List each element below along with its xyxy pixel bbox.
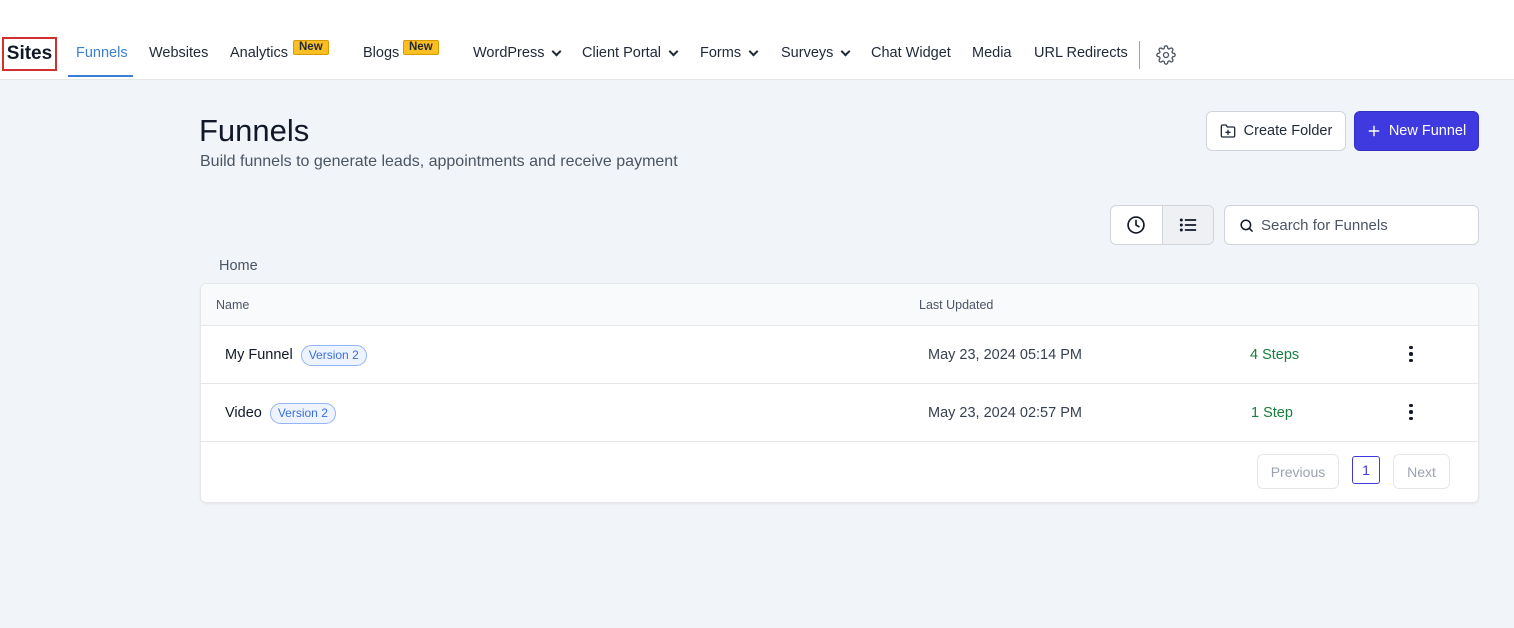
table-row[interactable]: Video Version 2 May 23, 2024 02:57 PM 1 …	[201, 384, 1478, 442]
active-tab-indicator	[68, 75, 133, 77]
column-header-last-updated: Last Updated	[919, 298, 994, 312]
top-navigation: Sites Funnels Websites Analytics New Blo…	[0, 0, 1514, 80]
nav-tab-websites[interactable]: Websites	[149, 45, 208, 61]
search-input[interactable]	[1261, 216, 1471, 234]
breadcrumb-home[interactable]: Home	[219, 258, 258, 274]
funnel-name: My Funnel	[225, 347, 293, 363]
chevron-down-icon	[552, 46, 562, 56]
recent-view-button[interactable]	[1111, 206, 1162, 244]
new-badge: New	[293, 40, 329, 55]
chevron-down-icon	[748, 46, 759, 56]
nav-divider	[1139, 41, 1140, 69]
folder-plus-icon	[1220, 124, 1236, 138]
nav-tab-label: Forms	[700, 45, 742, 61]
column-header-name: Name	[216, 298, 250, 312]
nav-tab-label: WordPress	[473, 45, 545, 61]
nav-tab-label: URL Redirects	[1034, 45, 1128, 61]
nav-tab-chat-widget[interactable]: Chat Widget	[871, 45, 951, 61]
last-updated-cell: May 23, 2024 02:57 PM	[928, 405, 1082, 421]
page-title: Funnels	[199, 113, 310, 148]
nav-tab-client-portal[interactable]: Client Portal	[582, 45, 679, 61]
funnels-table: Name Last Updated My Funnel Version 2 Ma…	[200, 283, 1479, 503]
new-funnel-label: New Funnel	[1388, 123, 1467, 139]
page-number-button[interactable]: 1	[1352, 456, 1380, 484]
search-icon	[1240, 218, 1253, 232]
nav-tab-surveys[interactable]: Surveys	[781, 45, 851, 61]
nav-tab-analytics[interactable]: Analytics	[230, 45, 288, 61]
list-icon	[1179, 218, 1197, 232]
plus-icon	[1368, 125, 1380, 137]
nav-tab-blogs[interactable]: Blogs	[363, 45, 399, 61]
steps-link[interactable]: 1 Step	[1251, 384, 1293, 442]
funnel-name-cell[interactable]: My Funnel Version 2	[225, 326, 367, 384]
more-options-icon[interactable]	[1399, 402, 1423, 422]
funnel-name: Video	[225, 405, 262, 421]
nav-tab-label: Analytics	[230, 45, 289, 61]
chevron-down-icon	[668, 46, 679, 56]
clock-icon	[1127, 216, 1145, 234]
nav-tab-funnels[interactable]: Funnels	[76, 45, 128, 61]
table-header: Name Last Updated	[201, 284, 1478, 326]
create-folder-button[interactable]: Create Folder	[1206, 111, 1346, 151]
gear-icon[interactable]	[1156, 45, 1176, 65]
last-updated-cell: May 23, 2024 05:14 PM	[928, 347, 1082, 363]
nav-tab-label: Chat Widget	[871, 45, 951, 61]
nav-tab-url-redirects[interactable]: URL Redirects	[1034, 45, 1128, 61]
new-funnel-button[interactable]: New Funnel	[1354, 111, 1479, 151]
steps-link[interactable]: 4 Steps	[1250, 326, 1299, 384]
previous-page-button[interactable]: Previous	[1257, 454, 1339, 489]
nav-tab-wordpress[interactable]: WordPress	[473, 45, 562, 61]
view-toggle	[1110, 205, 1214, 245]
create-folder-label: Create Folder	[1243, 123, 1333, 139]
new-badge: New	[403, 40, 439, 55]
chevron-down-icon	[840, 46, 851, 56]
nav-tab-forms[interactable]: Forms	[700, 45, 759, 61]
version-badge: Version 2	[300, 344, 367, 366]
nav-tab-label: Blogs	[363, 45, 400, 61]
version-badge: Version 2	[269, 402, 336, 424]
nav-tab-label: Client Portal	[582, 45, 661, 61]
nav-tab-label: Media	[972, 45, 1012, 61]
table-row[interactable]: My Funnel Version 2 May 23, 2024 05:14 P…	[201, 326, 1478, 384]
funnel-name-cell[interactable]: Video Version 2	[225, 384, 336, 442]
page-subtitle: Build funnels to generate leads, appoint…	[200, 153, 678, 170]
list-view-button[interactable]	[1161, 206, 1213, 244]
nav-tab-label: Funnels	[76, 45, 128, 61]
next-page-button[interactable]: Next	[1393, 454, 1450, 489]
site-title: Sites	[2, 37, 57, 71]
nav-tab-label: Surveys	[781, 45, 834, 61]
nav-tab-media[interactable]: Media	[972, 45, 1012, 61]
nav-tab-label: Websites	[149, 45, 209, 61]
more-options-icon[interactable]	[1399, 344, 1423, 364]
search-box	[1224, 205, 1479, 245]
